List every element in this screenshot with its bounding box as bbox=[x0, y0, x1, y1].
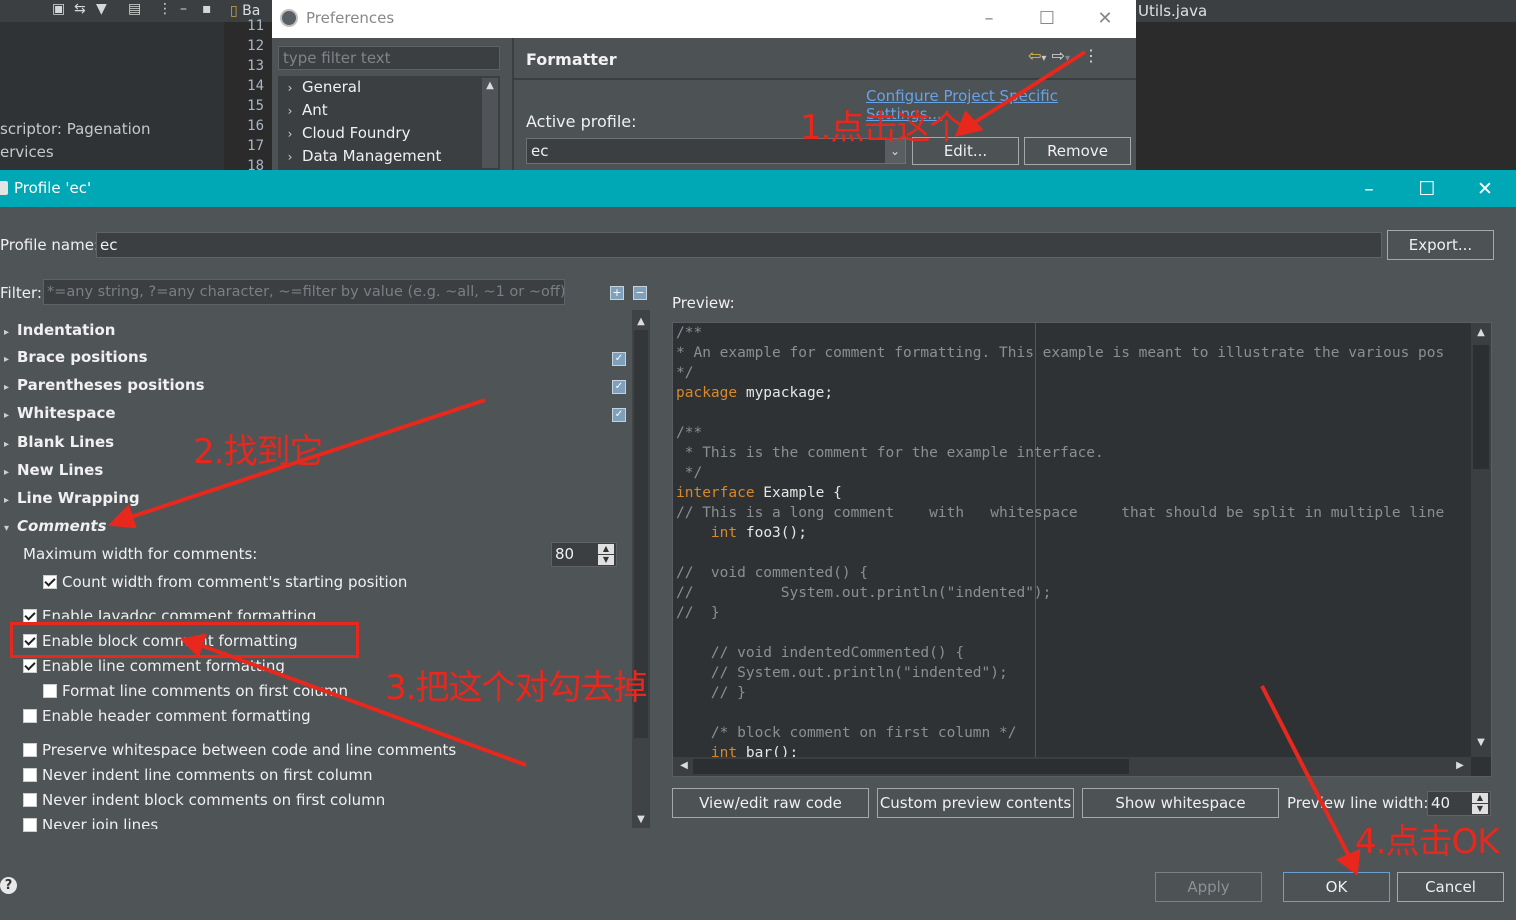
arrow-step-4 bbox=[1260, 685, 1352, 859]
arrow-head bbox=[107, 504, 137, 529]
arrow-head bbox=[1336, 848, 1361, 876]
arrow-step-2 bbox=[127, 398, 486, 520]
arrow-step-3 bbox=[199, 643, 527, 767]
annotation-arrows bbox=[107, 50, 1361, 876]
arrow-step-1 bbox=[970, 50, 1087, 126]
arrow-head bbox=[179, 633, 207, 658]
arrow-head bbox=[954, 110, 984, 137]
